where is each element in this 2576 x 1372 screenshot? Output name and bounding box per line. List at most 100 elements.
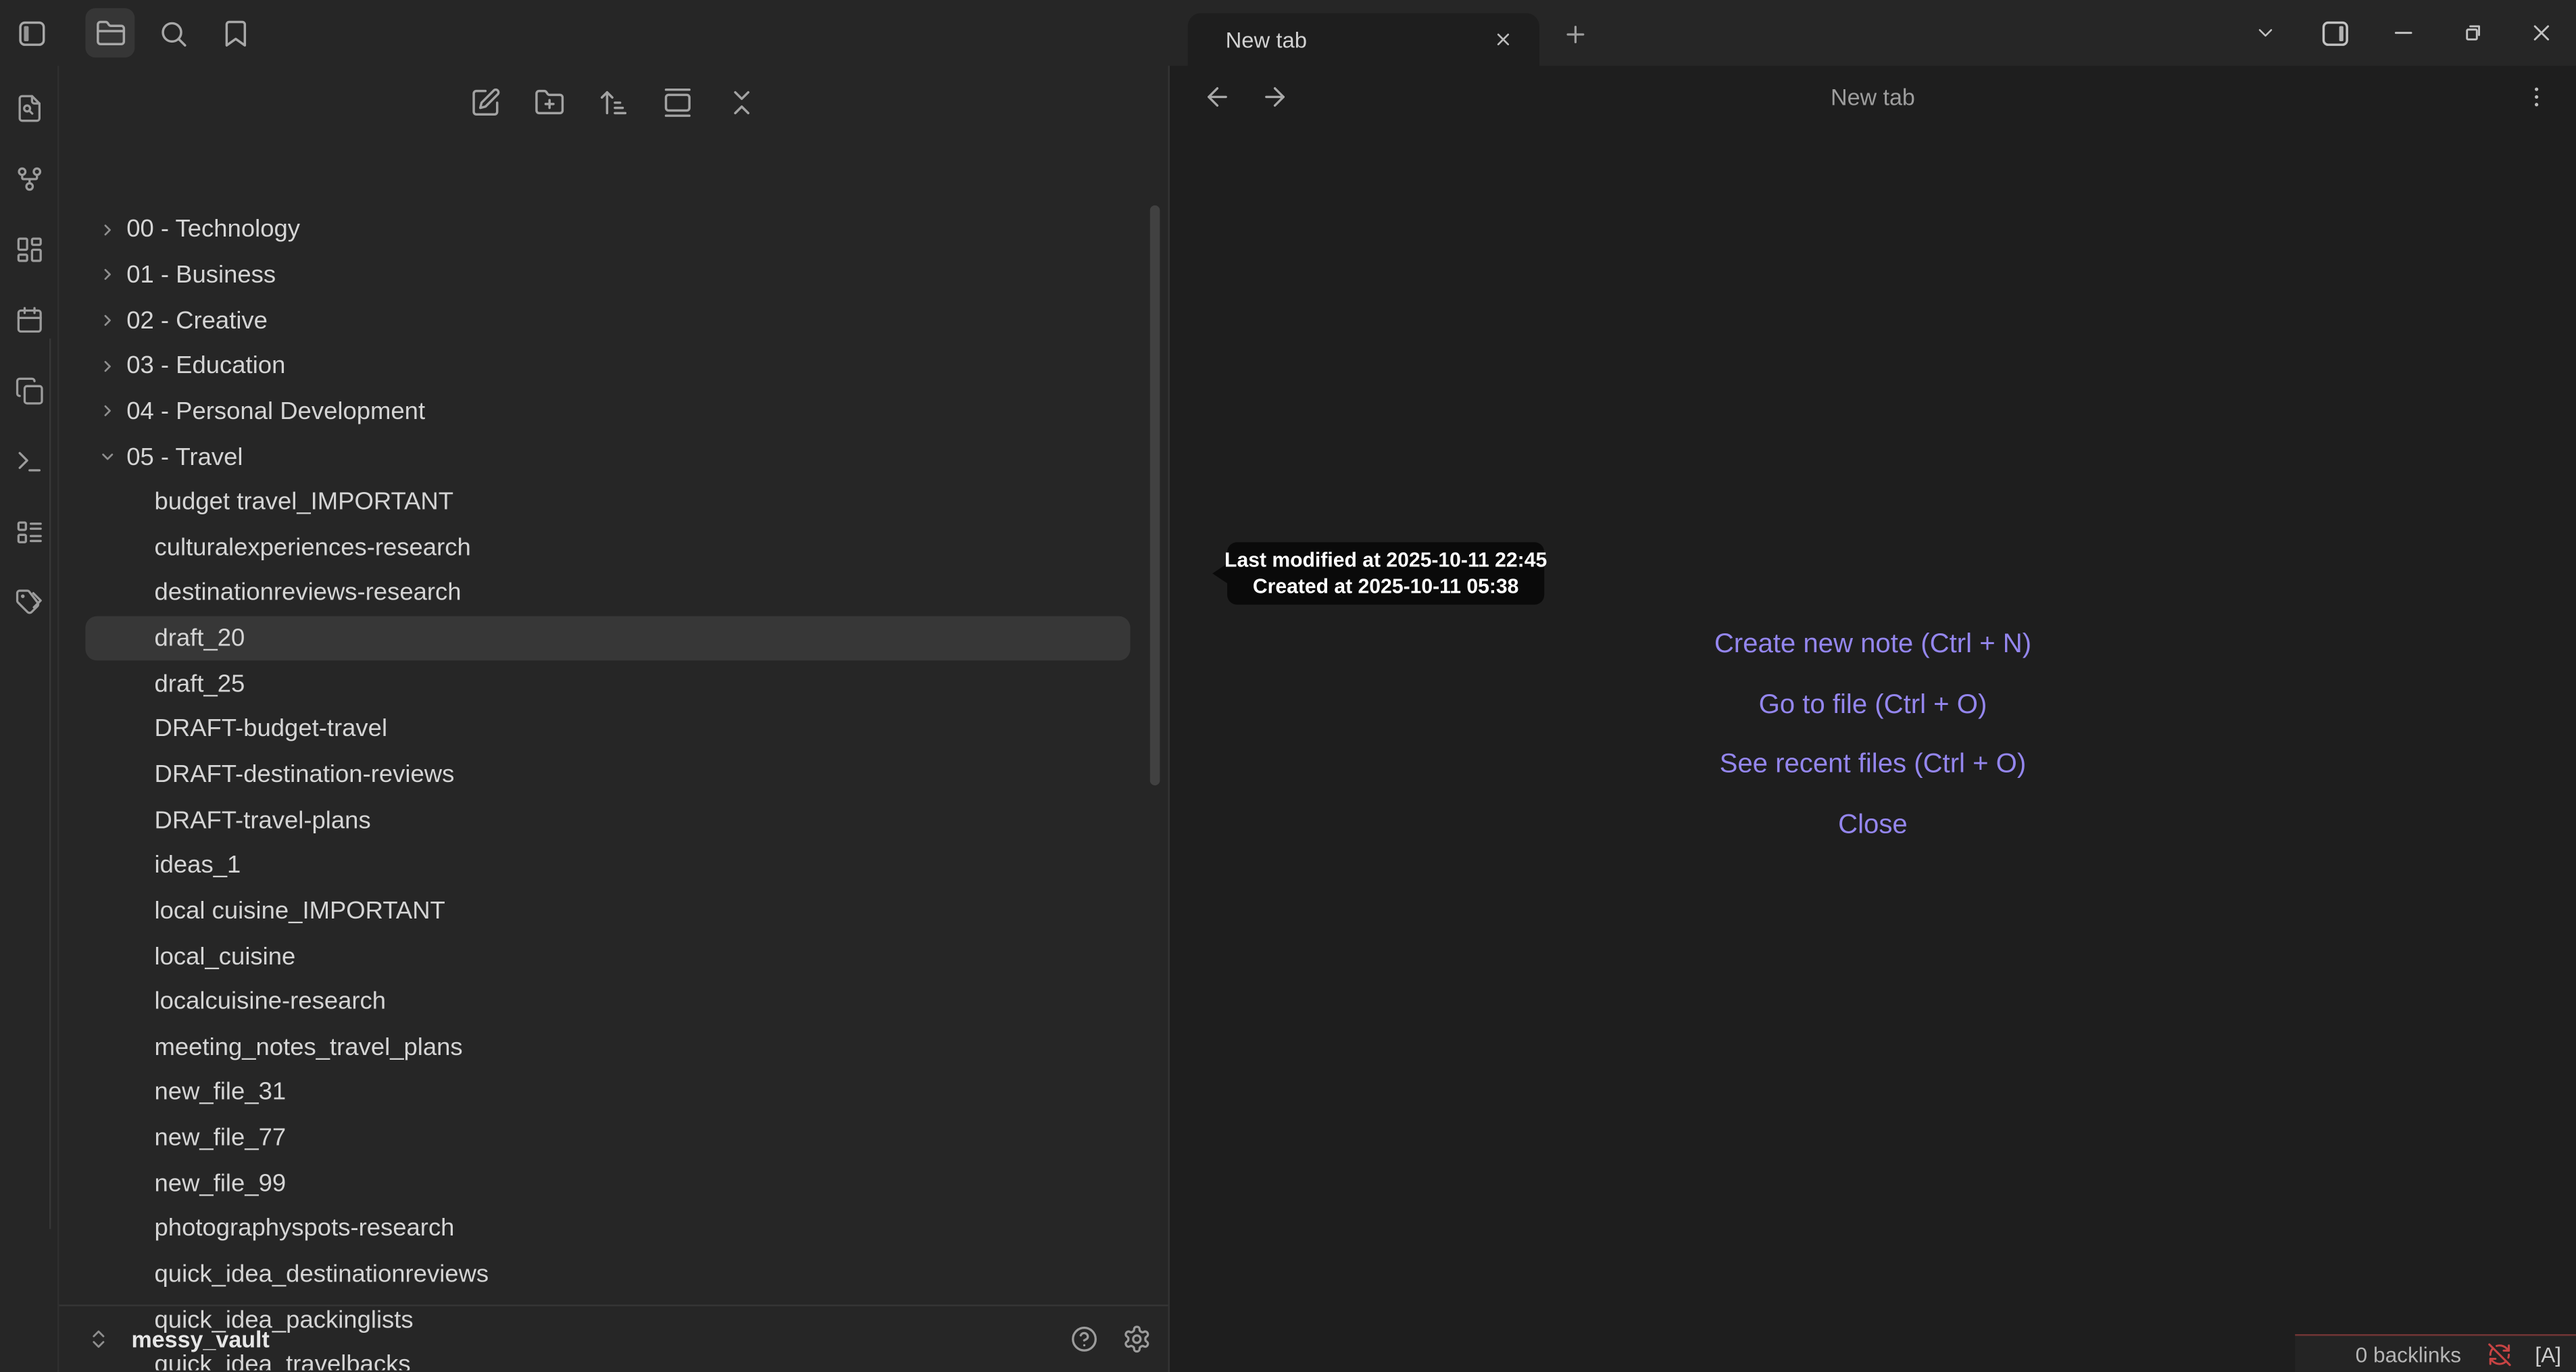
file-tree: 00 - Technology 01 - Business 02 - Creat…	[59, 207, 1168, 1370]
vault-switcher-button[interactable]	[87, 1327, 110, 1350]
square-pen-icon	[470, 87, 501, 118]
terminal-icon	[14, 447, 44, 476]
backlinks-count[interactable]: 0 backlinks	[2356, 1342, 2461, 1366]
file-search-icon	[14, 94, 44, 124]
panel-left-icon	[16, 18, 47, 49]
layout-dashboard-icon	[14, 235, 44, 265]
help-button[interactable]	[1063, 1318, 1106, 1361]
close-window-button[interactable]	[2507, 0, 2576, 66]
bookmarks-tab-button[interactable]	[210, 8, 259, 57]
files-tab-button[interactable]	[85, 8, 134, 57]
see-recent-files-link[interactable]: See recent files (Ctrl + O)	[1170, 750, 2576, 781]
tags-button[interactable]	[6, 580, 52, 626]
templates-button[interactable]	[6, 368, 52, 414]
restore-button[interactable]	[2438, 0, 2507, 66]
obsidian-window: New tab	[0, 0, 2576, 1372]
canvas-button[interactable]	[6, 226, 52, 272]
file-item[interactable]: DRAFT-travel-plans	[59, 798, 1168, 843]
chevron-right-icon	[99, 221, 117, 239]
toggle-right-sidebar-button[interactable]	[2300, 0, 2369, 66]
sort-order-button[interactable]	[592, 80, 635, 123]
status-bar: 0 backlinks [A]	[2295, 1334, 2576, 1372]
new-tab-button[interactable]	[1558, 16, 1593, 52]
folder-item[interactable]: 02 - Creative	[59, 298, 1168, 343]
file-item[interactable]: photographyspots-research	[59, 1206, 1168, 1252]
tab-title: New tab	[1226, 27, 1487, 51]
file-item[interactable]: quick_idea_destinationreviews	[59, 1252, 1168, 1297]
panel-right-icon	[2319, 18, 2350, 49]
new-note-button[interactable]	[464, 80, 507, 123]
file-item[interactable]: ideas_1	[59, 843, 1168, 888]
left-sidebar: 00 - Technology 01 - Business 02 - Creat…	[0, 66, 1168, 1372]
main-pane: New tab Create new note (Ctrl + N) Go to…	[1170, 66, 2576, 1372]
search-tab-button[interactable]	[148, 8, 197, 57]
folder-item[interactable]: 00 - Technology	[59, 207, 1168, 252]
sync-off-icon[interactable]	[2487, 1342, 2512, 1366]
minimize-button[interactable]	[2369, 0, 2438, 66]
file-item[interactable]: budget travel_IMPORTANT	[59, 480, 1168, 525]
file-item-selected[interactable]: draft_20	[85, 616, 1130, 661]
titlebar-left-icons	[0, 0, 259, 66]
mode-indicator[interactable]: [A]	[2535, 1342, 2561, 1366]
chevron-right-icon	[99, 402, 117, 420]
chevron-right-icon	[99, 266, 117, 285]
quick-switcher-button[interactable]	[6, 85, 52, 131]
change-view-button[interactable]	[656, 80, 699, 123]
daily-note-button[interactable]	[6, 297, 52, 343]
file-item[interactable]: destinationreviews-research	[59, 570, 1168, 616]
bookmark-icon	[220, 18, 251, 49]
graph-view-button[interactable]	[6, 156, 52, 202]
layout-list-button[interactable]	[6, 510, 52, 556]
titlebar: New tab	[0, 0, 2576, 66]
command-palette-button[interactable]	[6, 439, 52, 485]
folder-icon	[95, 18, 126, 49]
chevron-right-icon	[99, 357, 117, 375]
toggle-left-sidebar-button[interactable]	[7, 8, 56, 57]
chevron-down-icon	[99, 448, 117, 466]
help-circle-icon	[1070, 1324, 1099, 1354]
file-item[interactable]: DRAFT-budget-travel	[59, 706, 1168, 752]
window-controls	[2231, 0, 2576, 66]
create-new-note-link[interactable]: Create new note (Ctrl + N)	[1170, 629, 2576, 660]
gallery-vertical-icon	[662, 87, 693, 118]
file-item[interactable]: localcuisine-research	[59, 979, 1168, 1025]
folder-item[interactable]: 03 - Education	[59, 343, 1168, 389]
file-item[interactable]: new_file_99	[59, 1160, 1168, 1206]
copy-icon	[14, 376, 44, 406]
file-item[interactable]: draft_25	[59, 661, 1168, 706]
vault-bar: messy_vault	[59, 1304, 1168, 1372]
tooltip-created: Created at 2025-10-11 05:38	[1253, 573, 1519, 599]
sort-ascending-icon	[598, 87, 629, 118]
chevron-down-icon	[2254, 22, 2277, 45]
file-item[interactable]: culturalexperiences-research	[59, 525, 1168, 570]
new-folder-button[interactable]	[528, 80, 571, 123]
tab-list-button[interactable]	[2231, 0, 2300, 66]
vault-name[interactable]: messy_vault	[131, 1326, 1062, 1352]
collapse-all-button[interactable]	[720, 80, 763, 123]
explorer-scrollbar[interactable]	[1150, 205, 1160, 785]
tab-close-button[interactable]	[1487, 23, 1520, 56]
folder-item[interactable]: 01 - Business	[59, 253, 1168, 298]
indent-guide	[49, 339, 51, 1229]
close-icon	[2528, 20, 2554, 46]
close-link[interactable]: Close	[1170, 810, 2576, 841]
minimize-icon	[2390, 20, 2417, 46]
file-item[interactable]: local cuisine_IMPORTANT	[59, 888, 1168, 933]
restore-icon	[2459, 20, 2485, 46]
file-item[interactable]: local_cuisine	[59, 933, 1168, 979]
file-item[interactable]: meeting_notes_travel_plans	[59, 1025, 1168, 1070]
settings-button[interactable]	[1116, 1318, 1158, 1361]
tab-new-tab[interactable]: New tab	[1188, 13, 1539, 66]
folder-item-expanded[interactable]: 05 - Travel	[59, 434, 1168, 479]
file-item[interactable]: new_file_77	[59, 1115, 1168, 1160]
gear-icon	[1122, 1324, 1151, 1354]
tags-icon	[14, 588, 44, 618]
empty-state: Create new note (Ctrl + N) Go to file (C…	[1170, 66, 2576, 1372]
go-to-file-link[interactable]: Go to file (Ctrl + O)	[1170, 690, 2576, 721]
close-icon	[1493, 30, 1513, 49]
file-item[interactable]: new_file_31	[59, 1070, 1168, 1115]
folder-item[interactable]: 04 - Personal Development	[59, 389, 1168, 434]
file-item[interactable]: DRAFT-destination-reviews	[59, 752, 1168, 798]
chevrons-down-up-icon	[726, 87, 758, 118]
chevron-right-icon	[99, 312, 117, 330]
